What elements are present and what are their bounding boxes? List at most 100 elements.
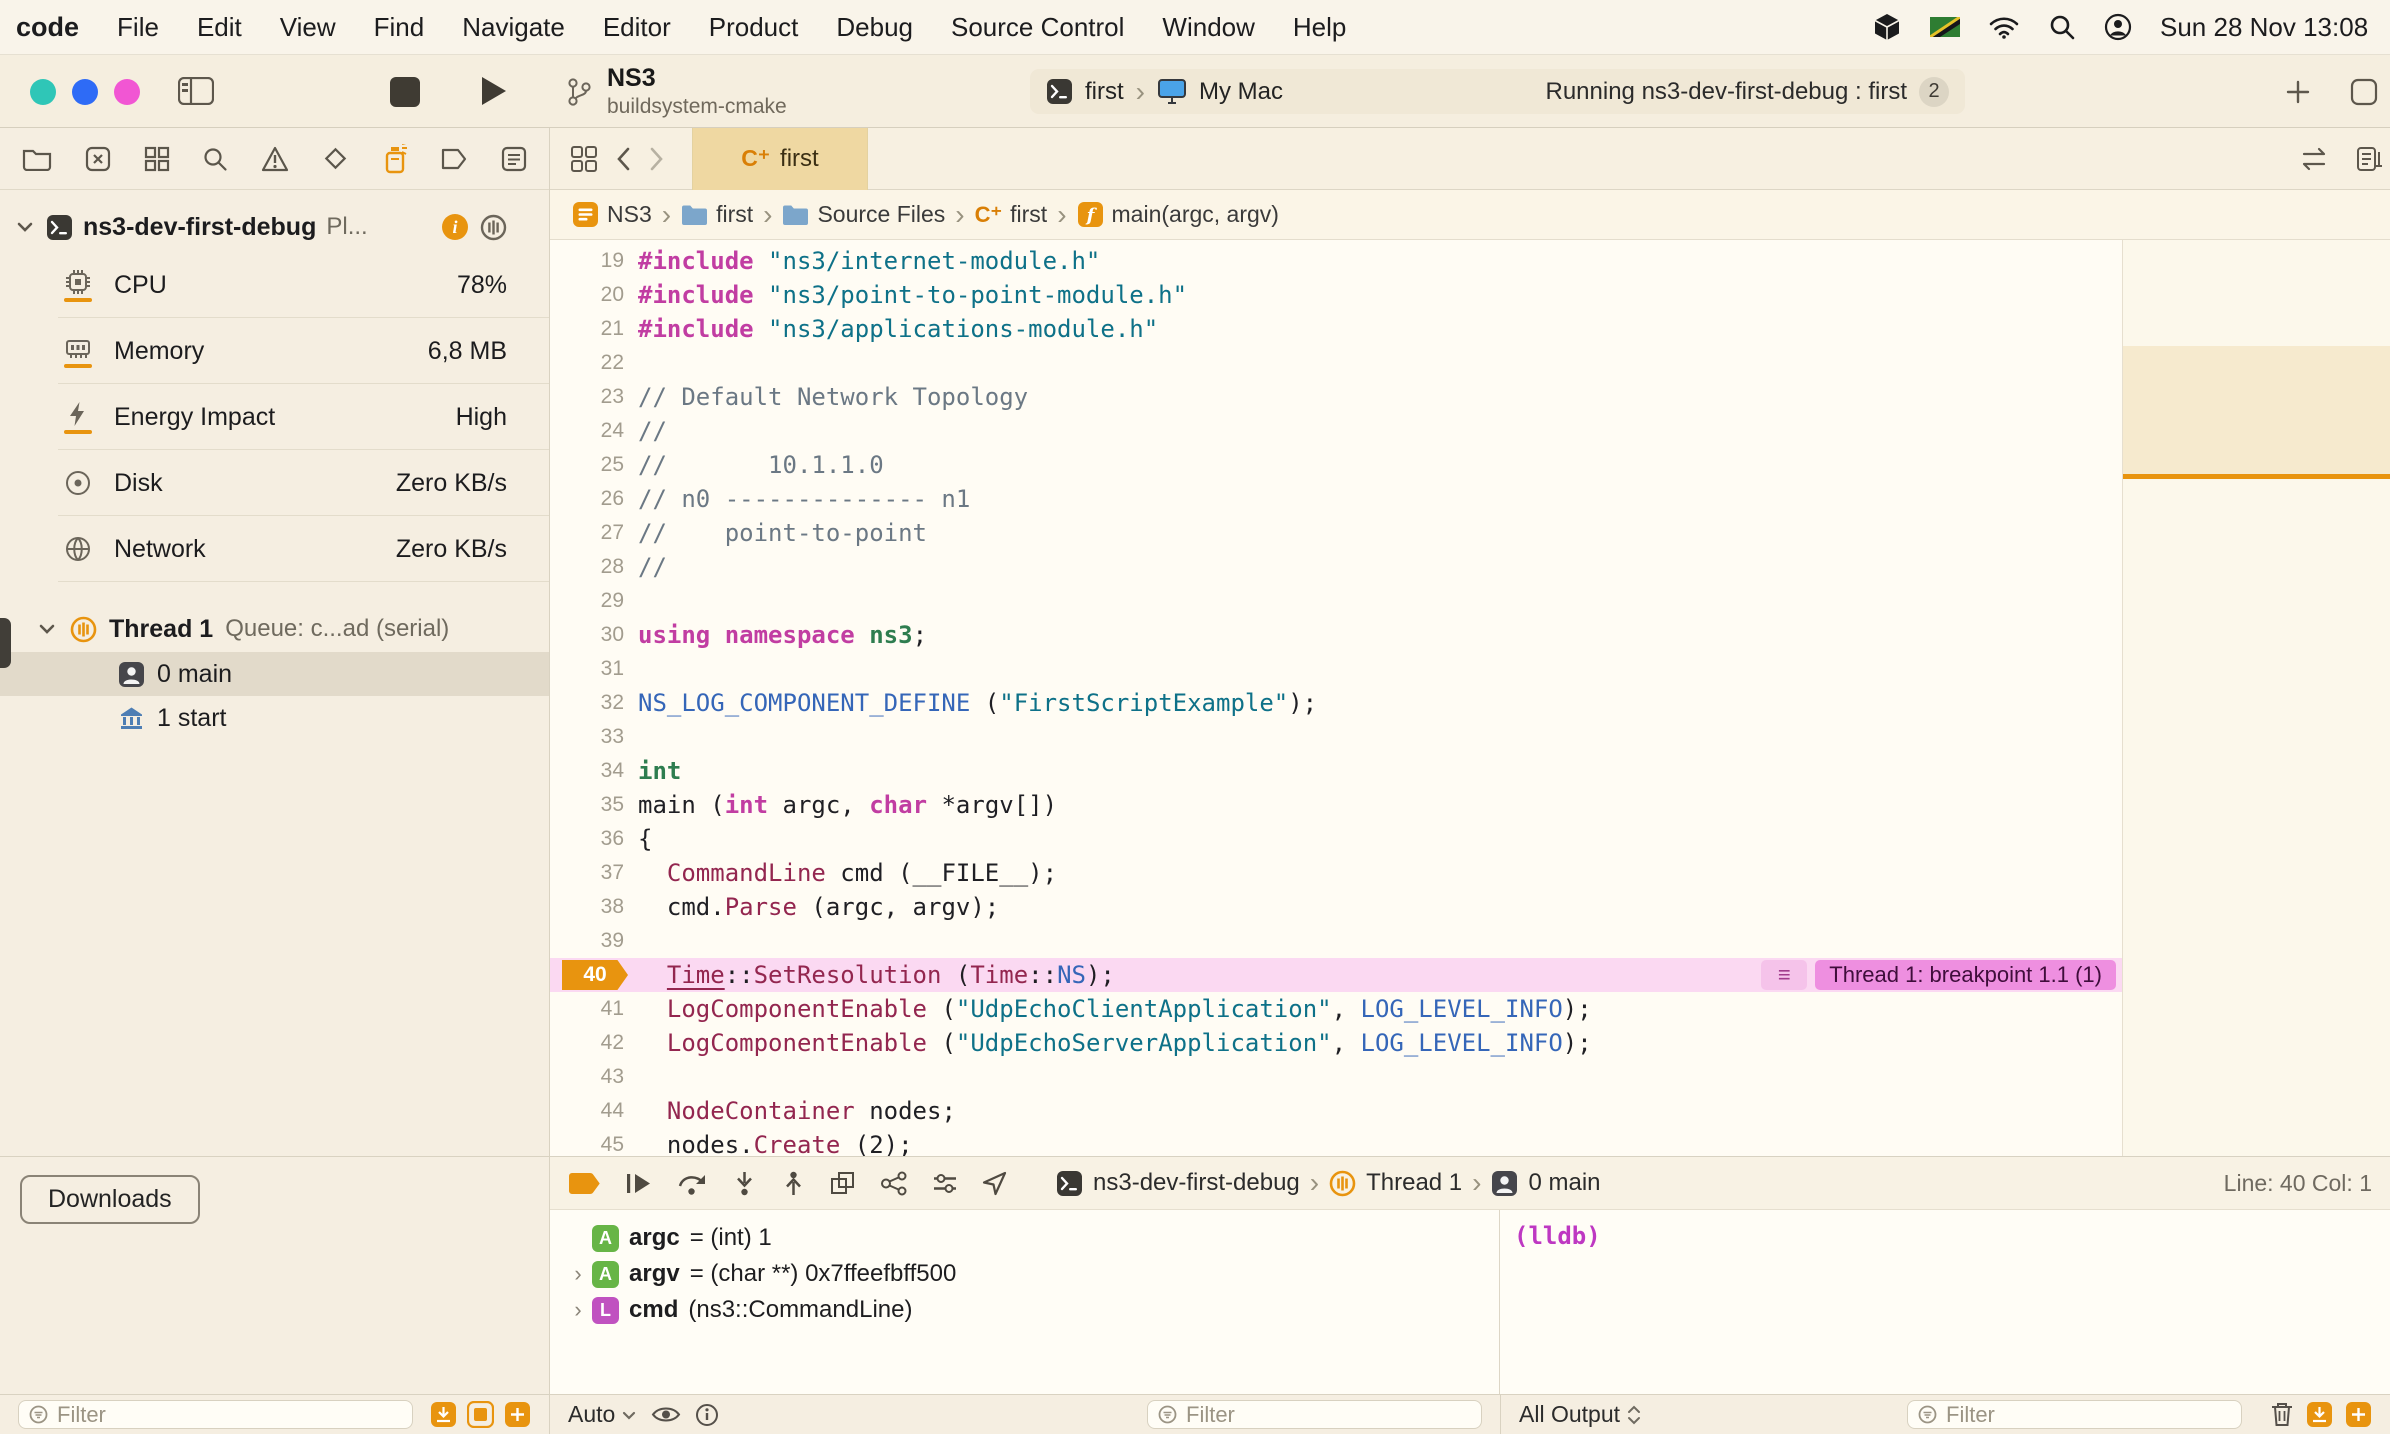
line-number[interactable]: 37 [550,861,638,885]
disclosure-collapsed-icon[interactable]: › [564,1297,592,1323]
step-over-icon[interactable] [676,1170,709,1197]
line-number[interactable]: 30 [550,623,638,647]
navigator-filter-input[interactable] [57,1401,402,1428]
editor-options-icon[interactable] [2356,146,2384,172]
source-control-navigator-icon[interactable] [85,146,111,172]
line-number[interactable]: 26 [550,487,638,511]
run-button[interactable] [478,74,508,108]
line-number[interactable]: 28 [550,555,638,579]
line-number[interactable]: 38 [550,895,638,919]
line-number[interactable]: 45 [550,1133,638,1156]
debug-navigator-icon[interactable] [382,143,408,174]
project-navigator-icon[interactable] [22,146,52,171]
variable-scope-selector[interactable]: Auto [568,1401,637,1428]
view-hierarchy-icon[interactable] [829,1170,857,1197]
grid-filter-icon[interactable] [467,1401,494,1428]
menu-edit[interactable]: Edit [197,12,242,43]
user-account-icon[interactable] [2104,13,2132,41]
step-into-icon[interactable] [731,1170,758,1197]
info-badge-icon[interactable]: i [442,214,468,240]
menu-window[interactable]: Window [1162,12,1254,43]
stack-frame-1-start[interactable]: 1 start [0,696,549,740]
line-number[interactable]: 20 [550,283,638,307]
eye-icon[interactable] [651,1404,681,1425]
menu-help[interactable]: Help [1293,12,1346,43]
minimap[interactable] [2122,240,2390,1156]
thread-row[interactable]: Thread 1 Queue: c...ad (serial) [0,606,549,652]
back-chevron-icon[interactable] [614,145,632,173]
trash-icon[interactable] [2270,1401,2294,1428]
app-menu-xcode[interactable]: code [16,12,79,43]
gauge-row-cpu[interactable]: CPU 78% [0,252,549,318]
menu-source-control[interactable]: Source Control [951,12,1124,43]
menu-file[interactable]: File [117,12,159,43]
breakpoint-menu-icon[interactable]: ≡ [1761,960,1808,990]
console-accessory-icon-2[interactable] [2345,1401,2372,1428]
variables-filter-input[interactable] [1186,1401,1471,1428]
code-lines[interactable]: 19 #include "ns3/internet-module.h" 20 #inc… [550,240,2122,1156]
window-close-button[interactable] [30,79,56,105]
related-items-grid-icon[interactable] [570,145,598,173]
swap-editor-icon[interactable] [2298,147,2330,171]
scheme-name[interactable]: NS3 [607,64,787,93]
continue-icon[interactable] [624,1170,654,1197]
tab-first[interactable]: C⁺ first [692,127,868,190]
report-navigator-icon[interactable] [501,146,527,172]
tab-overview-icon[interactable] [2350,78,2378,106]
memory-graph-icon[interactable] [879,1170,909,1197]
breakpoint-navigator-icon[interactable] [440,147,468,171]
info-icon[interactable] [695,1403,719,1427]
menu-navigate[interactable]: Navigate [462,12,565,43]
jumpbar-item-first[interactable]: first [681,201,753,228]
line-number[interactable]: 42 [550,1031,638,1055]
issue-navigator-icon[interactable] [261,146,289,172]
process-row[interactable]: ns3-dev-first-debug Pl... i [0,202,549,252]
menu-clock[interactable]: Sun 28 Nov 13:08 [2160,12,2374,43]
line-number[interactable]: 41 [550,997,638,1021]
menu-product[interactable]: Product [709,12,799,43]
console-accessory-icon-1[interactable] [2306,1401,2333,1428]
stop-button[interactable] [390,77,420,107]
activity-issue-badge[interactable]: 2 [1919,76,1949,107]
variable-row-argc[interactable]: Aargc = (int) 1 [550,1220,1499,1256]
variables-filter-field[interactable] [1147,1400,1482,1429]
breakpoint-badge[interactable]: 40 [562,960,628,990]
gauge-row-memory[interactable]: Memory 6,8 MB [0,318,549,384]
flag-filter-icon[interactable] [430,1401,457,1428]
console-view[interactable]: (lldb) [1500,1210,2390,1394]
line-number[interactable]: 21 [550,317,638,341]
target-name[interactable]: first [1085,78,1124,106]
line-number[interactable]: 31 [550,657,638,681]
debug-thread-name[interactable]: Thread 1 [1366,1169,1462,1197]
menu-view[interactable]: View [280,12,336,43]
downloads-button[interactable]: Downloads [20,1175,200,1224]
line-number[interactable]: 44 [550,1099,638,1123]
disclosure-down-icon[interactable] [14,216,36,238]
line-number[interactable]: 32 [550,691,638,715]
menu-editor[interactable]: Editor [603,12,671,43]
line-number[interactable]: 33 [550,725,638,749]
input-flag-icon[interactable] [1930,17,1960,37]
profile-gauge-icon[interactable] [480,214,507,241]
line-number[interactable]: 27 [550,521,638,545]
line-number[interactable]: 25 [550,453,638,477]
gauge-row-energy-impact[interactable]: Energy Impact High [0,384,549,450]
toggle-navigator-icon[interactable] [178,77,214,105]
jumpbar-item-ns3[interactable]: NS3 [572,201,652,228]
scheme-destination-pill[interactable]: first › My Mac Running ns3-dev-first-deb… [1030,69,1965,114]
breakpoint-annotation[interactable]: Thread 1: breakpoint 1.1 (1) [1815,960,2116,990]
menu-find[interactable]: Find [374,12,425,43]
destination-name[interactable]: My Mac [1199,78,1283,106]
disclosure-down-icon[interactable] [36,618,58,640]
symbol-navigator-icon[interactable] [144,146,170,172]
jumpbar-item-source-files[interactable]: Source Files [782,201,945,228]
console-output-selector[interactable]: All Output [1519,1401,1642,1428]
window-minimize-button[interactable] [72,79,98,105]
line-number[interactable]: 36 [550,827,638,851]
breakpoints-toggle-icon[interactable] [568,1170,602,1197]
window-edge-tab[interactable] [0,618,11,668]
add-editor-icon[interactable] [2284,78,2312,106]
navigator-filter-field[interactable] [18,1400,413,1429]
xcode-cube-icon[interactable] [1872,12,1902,42]
test-navigator-icon[interactable] [322,145,349,172]
